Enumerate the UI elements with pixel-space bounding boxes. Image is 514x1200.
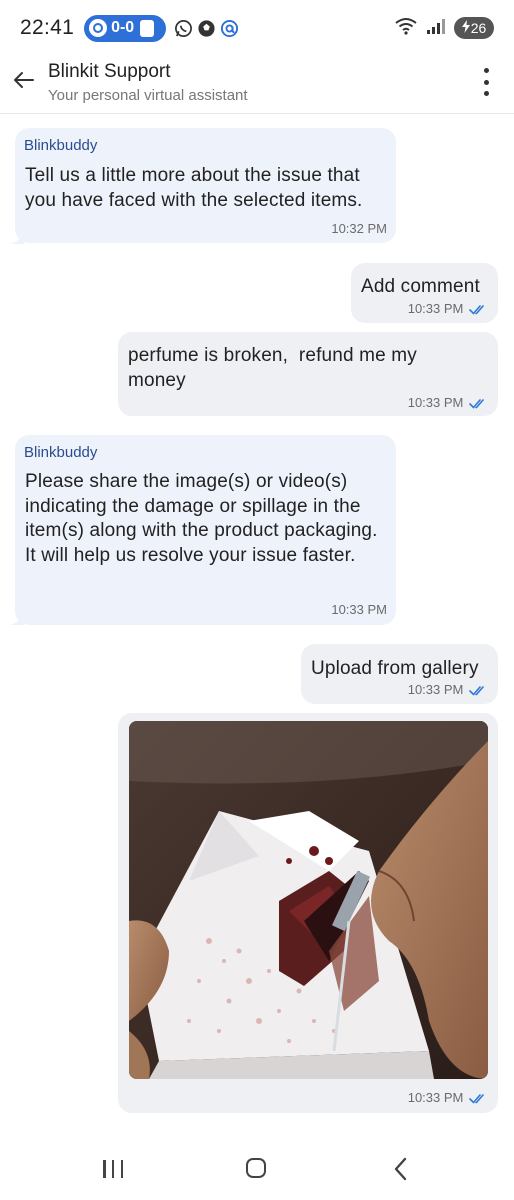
document-icon: [140, 19, 155, 37]
message-time: 10:33 PM: [407, 301, 464, 316]
message-text: Add comment: [361, 276, 480, 297]
system-back-button[interactable]: [392, 1157, 410, 1181]
battery-indicator: 26: [454, 17, 494, 39]
live-score-pill[interactable]: 0-0: [84, 14, 167, 42]
message-text: perfume is broken, refund me my money: [128, 345, 423, 391]
message-time-row: 10:33 PM: [408, 395, 487, 410]
message-text: Upload from gallery: [311, 658, 479, 679]
message-time: 10:32 PM: [331, 221, 387, 236]
home-button[interactable]: [246, 1158, 266, 1178]
status-bar: 22:41 0-0 26: [0, 0, 514, 56]
recent-apps-button[interactable]: [103, 1160, 123, 1178]
double-tick-read-icon: [469, 399, 484, 409]
football-icon: [197, 19, 216, 38]
chat-header: Blinkit Support Your personal virtual as…: [0, 56, 514, 114]
message-time: 10:33 PM: [331, 602, 387, 617]
status-time: 22:41: [20, 16, 75, 39]
message-text: Please share the image(s) or video(s) in…: [25, 471, 378, 566]
double-tick-read-icon: [469, 305, 484, 315]
message-time: 10:33 PM: [407, 682, 464, 697]
message-time-row: 10:33 PM: [408, 1090, 487, 1105]
at-sign-icon: [220, 19, 239, 38]
charging-bolt-icon: [461, 20, 470, 36]
outgoing-message: perfume is broken, refund me my money 10…: [118, 332, 498, 416]
message-time: 10:33 PM: [407, 395, 464, 410]
wifi-icon: [394, 16, 418, 41]
message-time-row: 10:33 PM: [408, 301, 487, 316]
outgoing-message: Upload from gallery 10:33 PM: [301, 644, 498, 704]
outgoing-image-message: 10:33 PM: [118, 713, 498, 1113]
back-button[interactable]: [10, 66, 38, 94]
system-navigation-bar: [0, 1140, 514, 1200]
bubble-tail: [10, 236, 24, 244]
message-time: 10:33 PM: [407, 1090, 464, 1105]
incoming-message: Blinkbuddy Please share the image(s) or …: [15, 435, 396, 625]
uploaded-photo[interactable]: [129, 721, 488, 1079]
chat-title: Blinkit Support: [48, 61, 171, 82]
whatsapp-icon: [174, 19, 193, 38]
live-score-text: 0-0: [111, 19, 135, 36]
arrow-left-icon: [14, 72, 34, 88]
chat-subtitle: Your personal virtual assistant: [48, 87, 248, 104]
recent-apps-icon: [103, 1160, 106, 1178]
outgoing-message: Add comment 10:33 PM: [351, 263, 498, 323]
message-text: Tell us a little more about the issue th…: [25, 165, 363, 211]
bubble-tail: [10, 617, 24, 625]
double-tick-read-icon: [469, 686, 484, 696]
sender-name: Blinkbuddy: [24, 444, 98, 461]
incoming-message: Blinkbuddy Tell us a little more about t…: [15, 128, 396, 243]
kebab-menu-icon: [483, 68, 489, 73]
double-tick-read-icon: [469, 1094, 484, 1104]
cricket-ball-icon: [89, 19, 108, 37]
more-options-button[interactable]: [480, 68, 492, 96]
message-time-row: 10:33 PM: [408, 682, 487, 697]
signal-icon: [426, 17, 446, 40]
sender-name: Blinkbuddy: [24, 137, 98, 154]
battery-level: 26: [470, 20, 487, 36]
photo-broken-perfume: [129, 721, 488, 1079]
